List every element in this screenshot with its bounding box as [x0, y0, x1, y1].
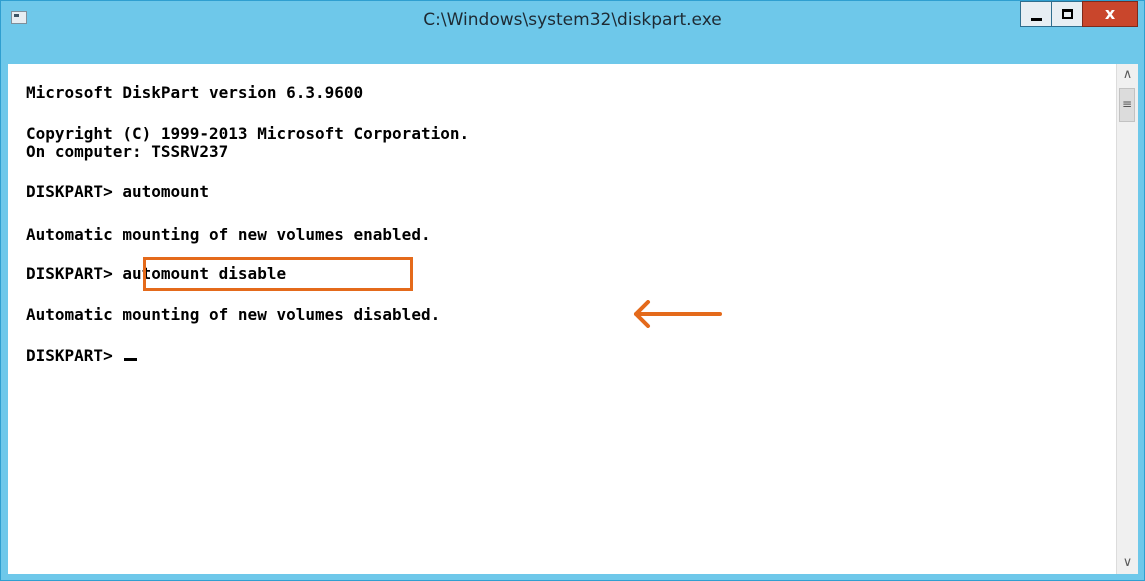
- close-button[interactable]: x: [1082, 1, 1138, 27]
- console-output[interactable]: Microsoft DiskPart version 6.3.9600 Copy…: [8, 64, 1118, 574]
- window-controls: x: [1020, 1, 1138, 27]
- console-line-computer: On computer: TSSRV237: [26, 142, 229, 161]
- console-line-version: Microsoft DiskPart version 6.3.9600: [26, 83, 364, 102]
- maximize-button[interactable]: [1051, 1, 1083, 27]
- text-cursor: [124, 358, 138, 361]
- annotation-arrow-icon: [634, 300, 722, 328]
- minimize-icon: [1031, 18, 1042, 21]
- command-highlight-box: [143, 257, 413, 291]
- console-line-enabled: Automatic mounting of new volumes enable…: [26, 225, 431, 244]
- grip-icon: ≡: [1121, 97, 1133, 111]
- scroll-thumb[interactable]: ≡: [1119, 88, 1135, 122]
- scroll-up-button[interactable]: ∧: [1117, 64, 1138, 86]
- minimize-button[interactable]: [1020, 1, 1052, 27]
- console-line-current-prompt[interactable]: DISKPART>: [26, 346, 138, 365]
- chevron-down-icon: ∨: [1122, 555, 1133, 570]
- title-bar[interactable]: C:\Windows\system32\diskpart.exe x: [1, 1, 1144, 39]
- window-title: C:\Windows\system32\diskpart.exe: [423, 10, 722, 30]
- maximize-icon: [1062, 9, 1073, 19]
- console-line-prompt-automount: DISKPART> automount: [26, 182, 210, 201]
- vertical-scrollbar[interactable]: ∧ ≡ ∨: [1116, 64, 1138, 574]
- prompt-text: DISKPART>: [26, 346, 123, 365]
- scroll-down-button[interactable]: ∨: [1117, 552, 1138, 574]
- chevron-up-icon: ∧: [1122, 67, 1133, 82]
- console-window: C:\Windows\system32\diskpart.exe x Micro…: [0, 0, 1145, 581]
- console-line-copyright: Copyright (C) 1999-2013 Microsoft Corpor…: [26, 124, 470, 143]
- close-icon: x: [1104, 4, 1116, 23]
- console-line-disabled: Automatic mounting of new volumes disabl…: [26, 305, 441, 324]
